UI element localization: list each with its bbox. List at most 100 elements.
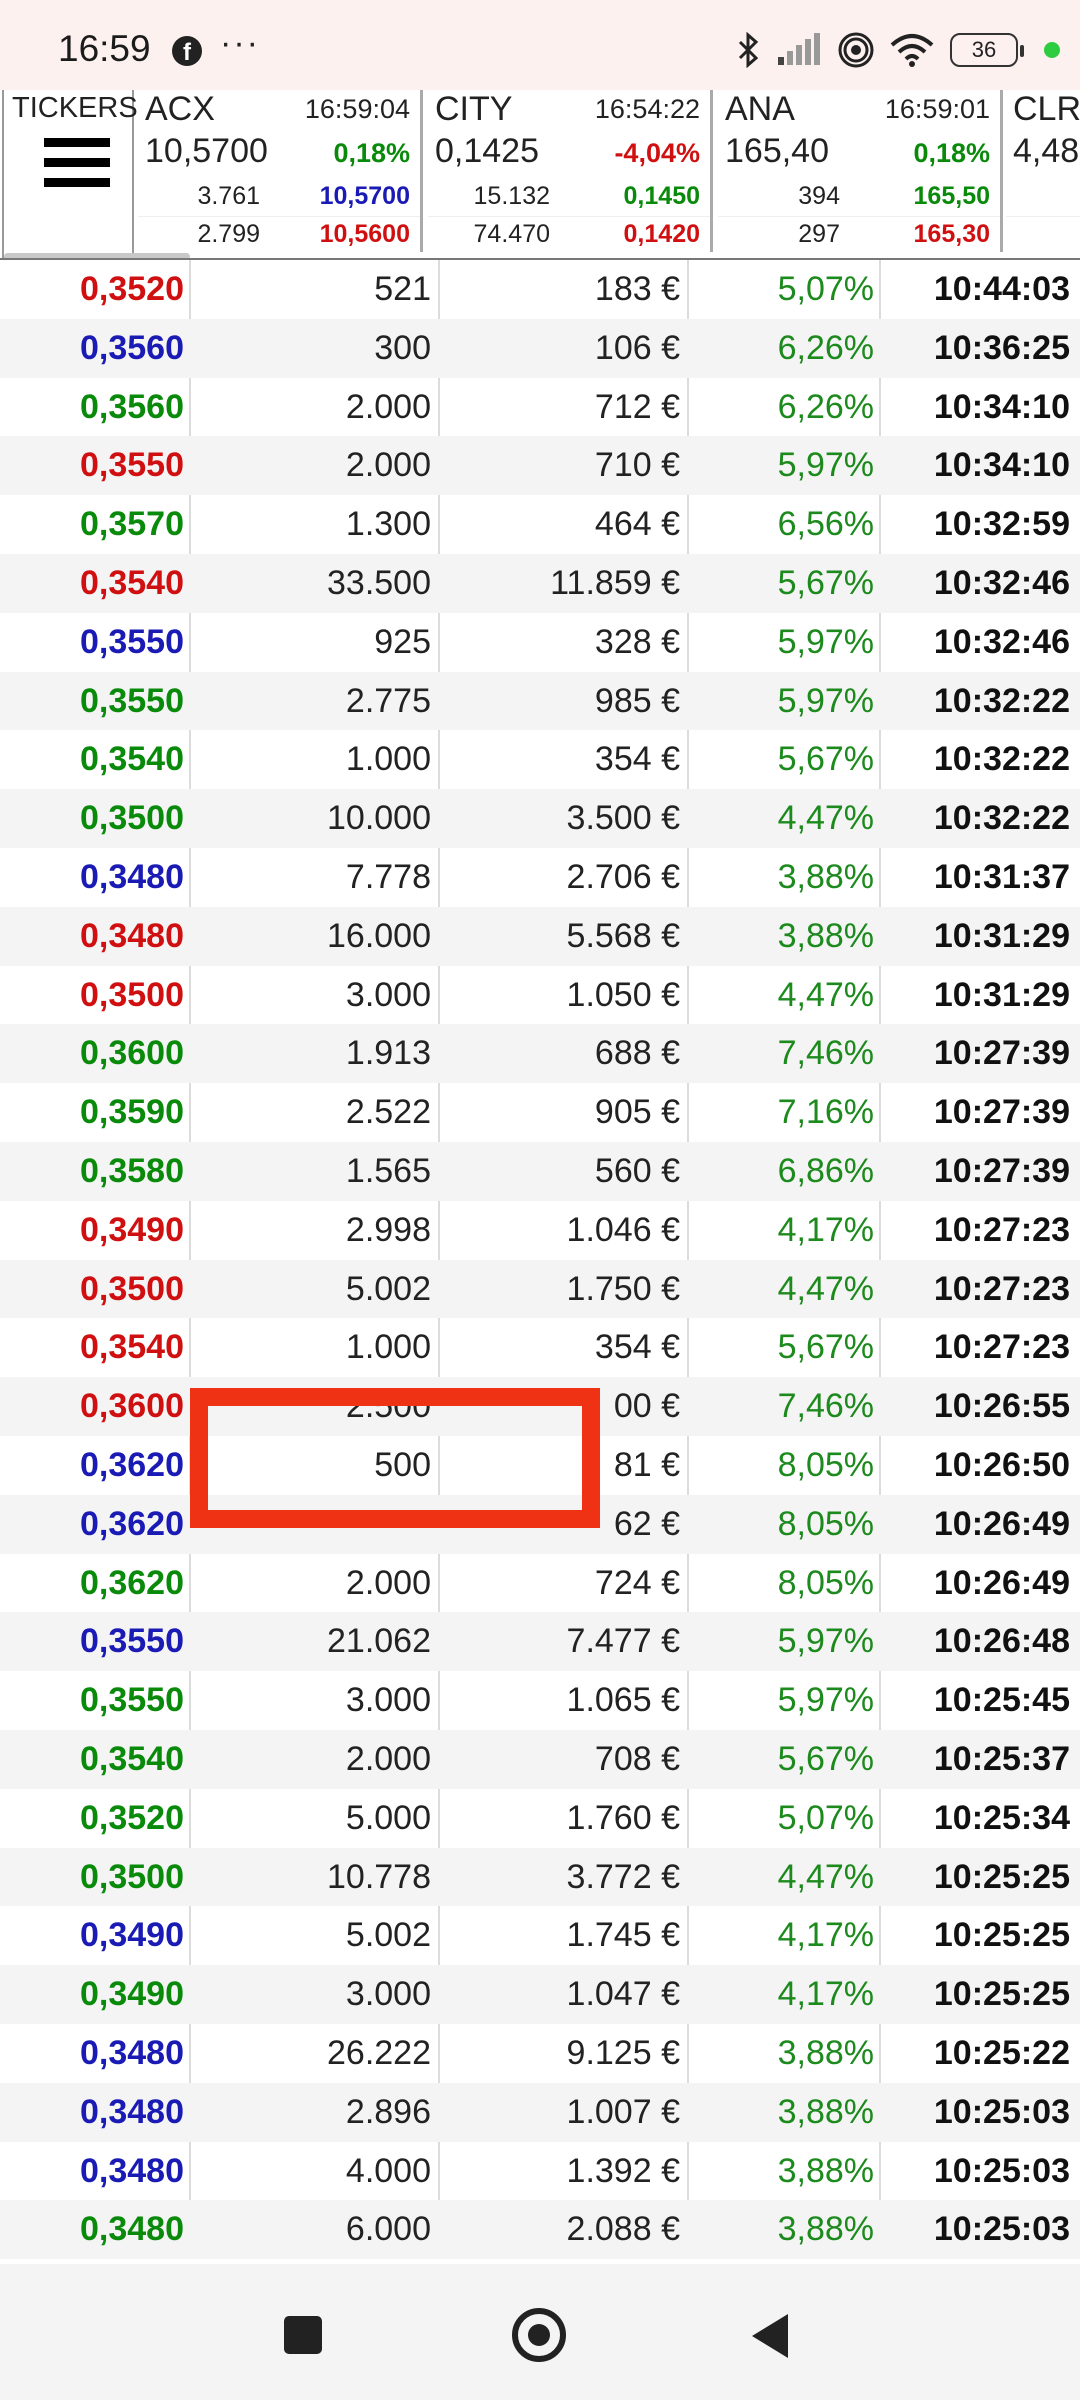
table-row[interactable]: 0,3480 2.896 1.007 € 3,88% 10:25:03 bbox=[0, 2082, 1080, 2142]
trade-time: 10:36:25 bbox=[933, 328, 1070, 367]
table-row[interactable]: 0,3500 10.778 3.772 € 4,47% 10:25:25 bbox=[0, 1847, 1080, 1907]
table-row[interactable]: 0,3500 3.000 1.050 € 4,47% 10:31:29 bbox=[0, 966, 1080, 1025]
table-row[interactable]: 0,3480 7.778 2.706 € 3,88% 10:31:37 bbox=[0, 848, 1080, 907]
trade-change-percent: 3,88% bbox=[777, 2151, 874, 2190]
trade-change-percent: 3,88% bbox=[777, 2210, 874, 2249]
trade-change-percent: 5,97% bbox=[777, 446, 874, 485]
ticker-divider bbox=[428, 216, 710, 217]
trade-amount: 1.050 € bbox=[566, 975, 680, 1014]
trade-price: 0,3590 bbox=[80, 1093, 184, 1132]
trade-amount: 1.750 € bbox=[566, 1269, 680, 1308]
trade-price: 0,3500 bbox=[80, 1269, 184, 1308]
table-row[interactable]: 0,3500 5.002 1.750 € 4,47% 10:27:23 bbox=[0, 1259, 1080, 1319]
tickers-label: TICKERS bbox=[12, 92, 138, 124]
trade-quantity: 3.000 bbox=[345, 1975, 431, 2014]
trade-price: 0,3550 bbox=[80, 622, 184, 661]
trade-change-percent: 7,16% bbox=[777, 1093, 874, 1132]
ticker-strip[interactable]: TICKERS ACX 16:59:04 10,5700 0,18% 3.761 10,5… bbox=[0, 90, 1080, 260]
table-row[interactable]: 0,3520 521 183 € 5,07% 10:44:03 bbox=[0, 260, 1080, 319]
recents-square-icon[interactable] bbox=[284, 2316, 322, 2354]
ticker-divider bbox=[1006, 216, 1080, 217]
ticker-card[interactable]: CITY 16:54:22 0,1425 -4,04% 15.132 0,1450 74.4… bbox=[428, 90, 713, 252]
trade-change-percent: 4,17% bbox=[777, 1975, 874, 2014]
ticker-price: 10,5700 bbox=[145, 132, 268, 170]
trade-price: 0,3500 bbox=[80, 799, 184, 838]
table-row[interactable]: 0,3550 2.775 985 € 5,97% 10:32:22 bbox=[0, 671, 1080, 731]
home-circle-icon[interactable] bbox=[512, 2308, 566, 2362]
trade-quantity: 4.000 bbox=[345, 2151, 431, 2190]
table-row[interactable]: 0,3540 2.000 708 € 5,67% 10:25:37 bbox=[0, 1729, 1080, 1789]
trade-time: 10:27:23 bbox=[933, 1328, 1070, 1367]
trade-change-percent: 3,88% bbox=[777, 2033, 874, 2072]
trade-price: 0,3490 bbox=[80, 1916, 184, 1955]
trades-table[interactable]: 0,3520 521 183 € 5,07% 10:44:03 0,3560 300 106 … bbox=[0, 260, 1080, 2260]
trade-quantity: 2.000 bbox=[345, 1739, 431, 1778]
trade-quantity: 2.000 bbox=[345, 1563, 431, 1602]
trade-change-percent: 8,05% bbox=[777, 1563, 874, 1602]
table-row[interactable]: 0,3600 1.913 688 € 7,46% 10:27:39 bbox=[0, 1024, 1080, 1084]
table-row[interactable]: 0,3540 33.500 11.859 € 5,67% 10:32:46 bbox=[0, 553, 1080, 613]
trade-change-percent: 6,26% bbox=[777, 328, 874, 367]
ticker-bid-qty: 3.761 bbox=[197, 182, 260, 210]
trade-price: 0,3490 bbox=[80, 1975, 184, 2014]
trade-time: 10:25:37 bbox=[933, 1739, 1070, 1778]
trade-amount: 1.745 € bbox=[566, 1916, 680, 1955]
table-row[interactable]: 0,3550 21.062 7.477 € 5,97% 10:26:48 bbox=[0, 1612, 1080, 1672]
trade-change-percent: 5,97% bbox=[777, 1681, 874, 1720]
hotspot-icon bbox=[838, 32, 874, 68]
ticker-bid-qty: 394 bbox=[798, 182, 840, 210]
table-row[interactable]: 0,3590 2.522 905 € 7,16% 10:27:39 bbox=[0, 1083, 1080, 1142]
trade-amount: 354 € bbox=[594, 740, 680, 779]
trade-price: 0,3550 bbox=[80, 1681, 184, 1720]
trade-time: 10:32:22 bbox=[933, 799, 1070, 838]
table-row[interactable]: 0,3490 2.998 1.046 € 4,17% 10:27:23 bbox=[0, 1201, 1080, 1260]
table-row[interactable]: 0,3540 1.000 354 € 5,67% 10:32:22 bbox=[0, 730, 1080, 789]
back-triangle-icon[interactable] bbox=[752, 2314, 788, 2358]
table-row[interactable]: 0,3560 2.000 712 € 6,26% 10:34:10 bbox=[0, 378, 1080, 437]
ticker-ask-qty: 2.799 bbox=[197, 220, 260, 248]
trade-quantity: 2.998 bbox=[345, 1210, 431, 1249]
trade-quantity: 26.222 bbox=[327, 2033, 431, 2072]
trade-amount: 1.007 € bbox=[566, 2092, 680, 2131]
trade-price: 0,3600 bbox=[80, 1387, 184, 1426]
trade-change-percent: 8,05% bbox=[777, 1445, 874, 1484]
table-row[interactable]: 0,3580 1.565 560 € 6,86% 10:27:39 bbox=[0, 1141, 1080, 1201]
ticker-change: 0,18% bbox=[913, 138, 990, 168]
trade-time: 10:32:22 bbox=[933, 740, 1070, 779]
trade-change-percent: 5,97% bbox=[777, 681, 874, 720]
trade-time: 10:27:23 bbox=[933, 1210, 1070, 1249]
trade-amount: 1.047 € bbox=[566, 1975, 680, 2014]
ticker-card[interactable]: CLR 4,48 bbox=[1006, 90, 1080, 252]
table-row[interactable]: 0,3550 3.000 1.065 € 5,97% 10:25:45 bbox=[0, 1671, 1080, 1730]
trade-price: 0,3620 bbox=[80, 1563, 184, 1602]
trade-change-percent: 4,47% bbox=[777, 975, 874, 1014]
hamburger-menu-icon[interactable] bbox=[44, 138, 110, 190]
table-row[interactable]: 0,3480 6.000 2.088 € 3,88% 10:25:03 bbox=[0, 2200, 1080, 2260]
trade-amount: 708 € bbox=[594, 1739, 680, 1778]
trade-quantity: 300 bbox=[374, 328, 431, 367]
tickers-menu[interactable]: TICKERS bbox=[2, 90, 138, 258]
trade-amount: 1.065 € bbox=[566, 1681, 680, 1720]
trade-quantity: 5.002 bbox=[345, 1269, 431, 1308]
table-row[interactable]: 0,3490 3.000 1.047 € 4,17% 10:25:25 bbox=[0, 1965, 1080, 2024]
trade-amount: 183 € bbox=[594, 270, 680, 308]
ticker-card[interactable]: ACX 16:59:04 10,5700 0,18% 3.761 10,5700 2.799… bbox=[138, 90, 423, 252]
table-row[interactable]: 0,3480 26.222 9.125 € 3,88% 10:25:22 bbox=[0, 2024, 1080, 2083]
table-row[interactable]: 0,3500 10.000 3.500 € 4,47% 10:32:22 bbox=[0, 789, 1080, 848]
table-row[interactable]: 0,3620 2.000 724 € 8,05% 10:26:49 bbox=[0, 1554, 1080, 1613]
table-row[interactable]: 0,3480 16.000 5.568 € 3,88% 10:31:29 bbox=[0, 906, 1080, 966]
privacy-indicator-dot bbox=[1044, 42, 1060, 58]
table-row[interactable]: 0,3540 1.000 354 € 5,67% 10:27:23 bbox=[0, 1318, 1080, 1377]
table-row[interactable]: 0,3550 2.000 710 € 5,97% 10:34:10 bbox=[0, 436, 1080, 496]
trade-change-percent: 3,88% bbox=[777, 916, 874, 955]
ticker-card[interactable]: ANA 16:59:01 165,40 0,18% 394 165,50 297 165,30 bbox=[718, 90, 1003, 252]
table-row[interactable]: 0,3480 4.000 1.392 € 3,88% 10:25:03 bbox=[0, 2142, 1080, 2201]
table-row[interactable]: 0,3520 5.000 1.760 € 5,07% 10:25:34 bbox=[0, 1789, 1080, 1848]
trade-time: 10:25:03 bbox=[933, 2210, 1070, 2249]
trade-change-percent: 6,26% bbox=[777, 387, 874, 426]
table-row[interactable]: 0,3550 925 328 € 5,97% 10:32:46 bbox=[0, 613, 1080, 672]
ticker-scroll-indicator bbox=[4, 253, 190, 258]
table-row[interactable]: 0,3570 1.300 464 € 6,56% 10:32:59 bbox=[0, 495, 1080, 554]
table-row[interactable]: 0,3490 5.002 1.745 € 4,17% 10:25:25 bbox=[0, 1906, 1080, 1965]
table-row[interactable]: 0,3560 300 106 € 6,26% 10:36:25 bbox=[0, 318, 1080, 378]
